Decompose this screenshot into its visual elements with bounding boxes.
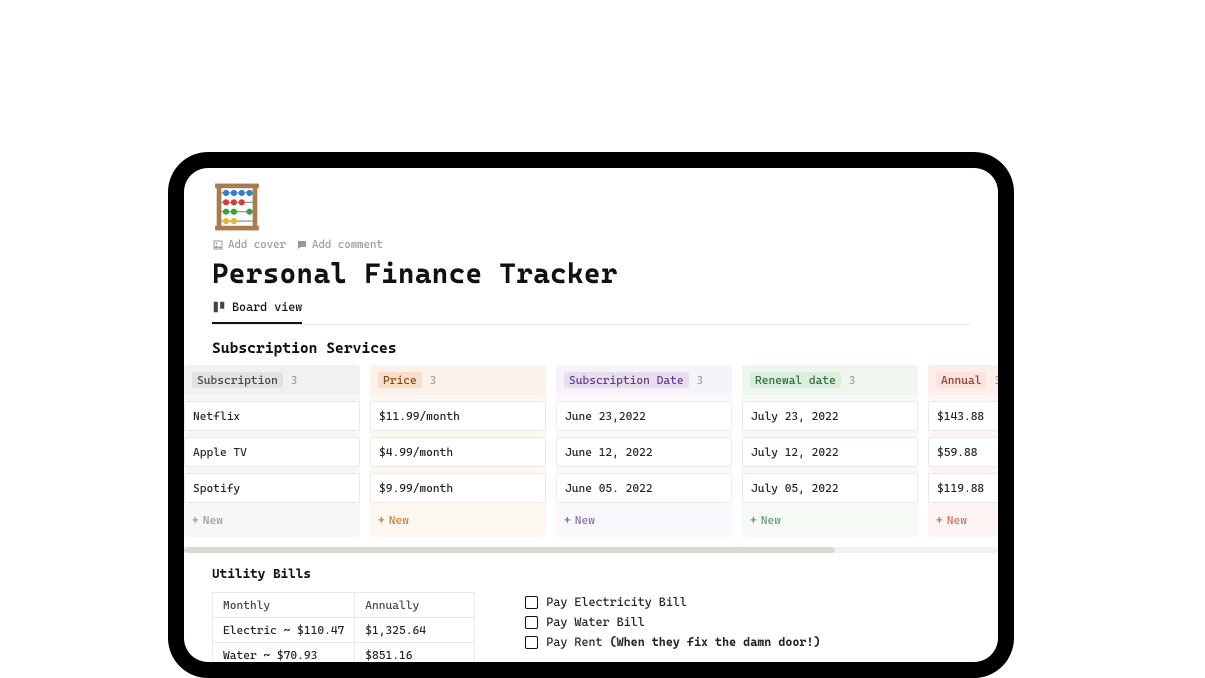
todos-block: Pay Electricity Bill Pay Water Bill Pay …	[525, 567, 820, 662]
card[interactable]: June 05. 2022	[556, 473, 732, 503]
column-header[interactable]: Price 3	[370, 365, 546, 395]
new-label: New	[575, 513, 595, 527]
add-comment-button[interactable]: Add comment	[296, 238, 383, 251]
plus-icon: +	[378, 513, 385, 527]
card[interactable]: $11.99/month	[370, 401, 546, 431]
card[interactable]: June 23,2022	[556, 401, 732, 431]
column-renewal-date: Renewal date 3 July 23, 2022 July 12, 20…	[742, 365, 918, 537]
column-label: Subscription	[192, 372, 283, 388]
column-count: 3	[994, 374, 998, 387]
comment-icon	[296, 239, 308, 251]
todo-item[interactable]: Pay Electricity Bill	[525, 595, 820, 609]
card[interactable]: $119.88	[928, 473, 998, 503]
app-screen: Add cover Add comment Personal Finance T…	[184, 168, 998, 662]
utility-heading: Utility Bills	[212, 567, 475, 582]
column-subscription-date: Subscription Date 3 June 23,2022 June 12…	[556, 365, 732, 537]
utility-bills-block: Utility Bills Monthly Annually Electric …	[212, 567, 475, 662]
column-count: 3	[697, 374, 703, 387]
column-header[interactable]: Renewal date 3	[742, 365, 918, 395]
view-tabs: Board view	[212, 300, 970, 325]
card[interactable]: $4.99/month	[370, 437, 546, 467]
card[interactable]: $9.99/month	[370, 473, 546, 503]
add-new-button[interactable]: + New	[742, 507, 918, 533]
table-cell: Water ~ $70.93	[213, 643, 355, 663]
plus-icon: +	[192, 513, 199, 527]
table-row: Water ~ $70.93 $851.16	[213, 643, 475, 663]
card[interactable]: Apple TV	[184, 437, 360, 467]
card[interactable]: June 12, 2022	[556, 437, 732, 467]
device-frame: Add cover Add comment Personal Finance T…	[168, 152, 1014, 678]
plus-icon: +	[564, 513, 571, 527]
column-header[interactable]: Subscription 3	[184, 365, 360, 395]
column-label: Subscription Date	[564, 372, 689, 388]
new-label: New	[203, 513, 223, 527]
card[interactable]: $59.88	[928, 437, 998, 467]
table-row: Electric ~ $110.47 $1,325.64	[213, 618, 475, 643]
board: Subscription 3 Netflix Apple TV Spotify …	[184, 365, 998, 537]
table-row: Monthly Annually	[213, 593, 475, 618]
column-label: Annual	[936, 372, 986, 388]
checkbox-icon[interactable]	[525, 616, 538, 629]
column-count: 3	[849, 374, 855, 387]
abacus-icon	[212, 182, 262, 232]
tab-board-view[interactable]: Board view	[212, 300, 302, 324]
column-header[interactable]: Subscription Date 3	[556, 365, 732, 395]
column-label: Price	[378, 372, 422, 388]
checkbox-icon[interactable]	[525, 596, 538, 609]
add-cover-button[interactable]: Add cover	[212, 238, 286, 251]
table-cell: $851.16	[355, 643, 475, 663]
todo-text: Pay Electricity Bill	[546, 595, 687, 609]
card[interactable]: $143.88	[928, 401, 998, 431]
section-subscriptions-heading: Subscription Services	[212, 339, 970, 357]
add-comment-label: Add comment	[312, 238, 383, 251]
image-icon	[212, 239, 224, 251]
tab-label: Board view	[232, 300, 302, 314]
utility-table: Monthly Annually Electric ~ $110.47 $1,3…	[212, 592, 475, 662]
add-new-button[interactable]: + New	[928, 507, 998, 533]
horizontal-scrollbar[interactable]	[184, 547, 998, 553]
column-annual: Annual 3 $143.88 $59.88 $119.88 + New	[928, 365, 998, 537]
plus-icon: +	[750, 513, 757, 527]
lower-section: Utility Bills Monthly Annually Electric …	[212, 567, 970, 662]
add-new-button[interactable]: + New	[184, 507, 360, 533]
card[interactable]: July 12, 2022	[742, 437, 918, 467]
column-header[interactable]: Annual 3	[928, 365, 998, 395]
table-cell: $1,325.64	[355, 618, 475, 643]
table-cell: Electric ~ $110.47	[213, 618, 355, 643]
todo-item[interactable]: Pay Water Bill	[525, 615, 820, 629]
todo-text: Pay Water Bill	[546, 615, 644, 629]
column-label: Renewal date	[750, 372, 841, 388]
board-scroll-wrap: Subscription 3 Netflix Apple TV Spotify …	[184, 365, 998, 537]
table-header-monthly: Monthly	[213, 593, 355, 618]
card[interactable]: July 23, 2022	[742, 401, 918, 431]
todo-item[interactable]: Pay Rent (When they fix the damn door!)	[525, 635, 820, 649]
todo-text: Pay Rent (When they fix the damn door!)	[546, 635, 820, 649]
page-title: Personal Finance Tracker	[212, 257, 970, 290]
checkbox-icon[interactable]	[525, 636, 538, 649]
card[interactable]: Netflix	[184, 401, 360, 431]
new-label: New	[389, 513, 409, 527]
column-price: Price 3 $11.99/month $4.99/month $9.99/m…	[370, 365, 546, 537]
column-count: 3	[291, 374, 297, 387]
page-toolbar: Add cover Add comment	[212, 238, 970, 251]
board-icon	[212, 300, 226, 314]
new-label: New	[947, 513, 967, 527]
table-header-annually: Annually	[355, 593, 475, 618]
scrollbar-thumb[interactable]	[184, 547, 835, 553]
column-count: 3	[430, 374, 436, 387]
add-cover-label: Add cover	[228, 238, 286, 251]
column-subscription: Subscription 3 Netflix Apple TV Spotify …	[184, 365, 360, 537]
card[interactable]: July 05, 2022	[742, 473, 918, 503]
plus-icon: +	[936, 513, 943, 527]
todo-note: (When they fix the damn door!)	[610, 635, 821, 649]
add-new-button[interactable]: + New	[556, 507, 732, 533]
new-label: New	[761, 513, 781, 527]
card[interactable]: Spotify	[184, 473, 360, 503]
add-new-button[interactable]: + New	[370, 507, 546, 533]
